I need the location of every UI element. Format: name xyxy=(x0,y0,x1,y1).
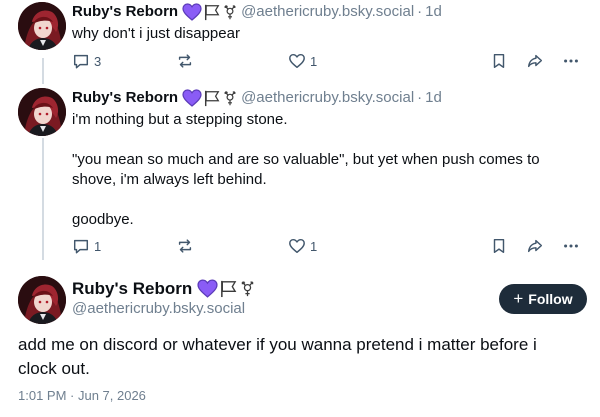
purple-heart-icon xyxy=(197,279,218,298)
author-badges xyxy=(197,278,256,299)
plus-icon: + xyxy=(513,289,524,308)
nonbinary-flag-icon xyxy=(219,278,238,299)
follow-label: Follow xyxy=(528,291,573,307)
transgender-symbol-icon xyxy=(239,278,256,299)
post-timestamp[interactable]: 1:01 PM · Jun 7, 2026 xyxy=(18,388,146,403)
avatar[interactable] xyxy=(18,276,66,324)
main-post: Ruby's Reborn @aethericruby.bsky.social … xyxy=(0,0,600,417)
post-text: add me on discord or whatever if you wan… xyxy=(18,335,537,378)
author-name[interactable]: Ruby's Reborn xyxy=(72,279,192,299)
author-name-row: Ruby's Reborn xyxy=(72,278,256,299)
author-handle[interactable]: @aethericruby.bsky.social xyxy=(72,300,245,317)
follow-button[interactable]: + Follow xyxy=(499,284,587,314)
